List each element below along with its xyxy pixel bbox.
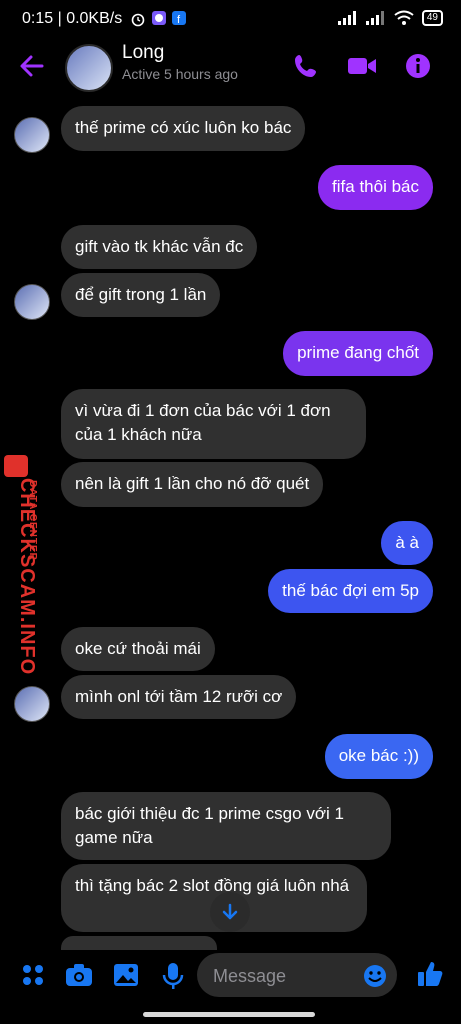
status-system-icons: 49 bbox=[337, 10, 443, 26]
avatar[interactable] bbox=[14, 284, 50, 320]
message-composer bbox=[0, 950, 461, 1000]
message-bubble-incoming[interactable]: thế prime có xúc luôn ko bác bbox=[61, 106, 306, 151]
watermark-main: CHECKSCAM.INFO bbox=[16, 477, 39, 676]
message-bubble-incoming[interactable]: oke cứ thoải mái bbox=[61, 627, 215, 671]
image-icon[interactable] bbox=[113, 962, 139, 988]
apps-icon[interactable] bbox=[20, 962, 46, 988]
messenger-status-icon bbox=[152, 11, 166, 25]
lock-icon bbox=[4, 455, 28, 477]
message-bubble-outgoing[interactable]: oke bác :)) bbox=[324, 734, 433, 779]
message-bubble-incoming[interactable]: bác giới thiệu đc 1 prime csgo với 1 gam… bbox=[61, 792, 391, 860]
chat-header: Long Active 5 hours ago bbox=[0, 40, 461, 96]
status-notification-icons: f bbox=[130, 11, 186, 27]
message-input-wrapper bbox=[197, 953, 397, 999]
battery-indicator: 49 bbox=[421, 10, 443, 26]
message-bubble-incoming[interactable]: để gift trong 1 lần bbox=[61, 273, 221, 317]
contact-name[interactable]: Long bbox=[122, 42, 164, 64]
status-time: 0:15 | 0.0KB/s bbox=[22, 10, 123, 27]
signal-icon-2 bbox=[365, 11, 384, 25]
arrow-left-icon[interactable] bbox=[18, 52, 46, 80]
message-bubble-incoming[interactable]: gift vào tk khác vẫn đc bbox=[61, 225, 258, 269]
phone-icon[interactable] bbox=[292, 52, 320, 80]
avatar[interactable] bbox=[65, 44, 113, 92]
avatar[interactable] bbox=[14, 686, 50, 722]
message-bubble-incoming[interactable]: nên là gift 1 lần cho nó đỡ quét bbox=[61, 462, 324, 507]
message-bubble-incoming[interactable]: vì vừa đi 1 đơn của bác với 1 đơn của 1 … bbox=[61, 389, 366, 459]
mic-icon[interactable] bbox=[162, 962, 184, 990]
message-bubble-incoming[interactable]: mình onl tới tầm 12 rưỡi cơ bbox=[61, 675, 297, 719]
message-bubble-outgoing[interactable]: à à bbox=[381, 521, 433, 565]
info-icon[interactable] bbox=[404, 52, 432, 80]
video-icon[interactable] bbox=[346, 52, 378, 80]
message-bubble-partial bbox=[61, 936, 217, 950]
emoji-icon[interactable] bbox=[363, 964, 387, 988]
status-bar: 0:15 | 0.0KB/s f 49 bbox=[0, 0, 461, 38]
message-input[interactable] bbox=[211, 953, 355, 999]
wifi-icon bbox=[394, 10, 414, 25]
camera-icon[interactable] bbox=[65, 962, 93, 988]
message-bubble-outgoing[interactable]: prime đang chốt bbox=[283, 331, 433, 376]
avatar[interactable] bbox=[14, 117, 50, 153]
arrow-down-icon bbox=[222, 903, 238, 920]
message-bubble-outgoing[interactable]: thế bác đợi em 5p bbox=[268, 569, 433, 613]
message-bubble-outgoing[interactable]: fifa thôi bác bbox=[318, 165, 433, 210]
like-icon[interactable] bbox=[416, 960, 444, 988]
scroll-to-bottom-button[interactable] bbox=[210, 892, 250, 932]
facebook-status-icon: f bbox=[172, 11, 186, 25]
home-indicator[interactable] bbox=[143, 1012, 315, 1017]
watermark: DATA CENTER CHECKSCAM.INFO bbox=[0, 455, 40, 675]
signal-icon bbox=[337, 11, 356, 25]
alarm-icon bbox=[131, 13, 145, 27]
contact-status: Active 5 hours ago bbox=[122, 66, 238, 82]
